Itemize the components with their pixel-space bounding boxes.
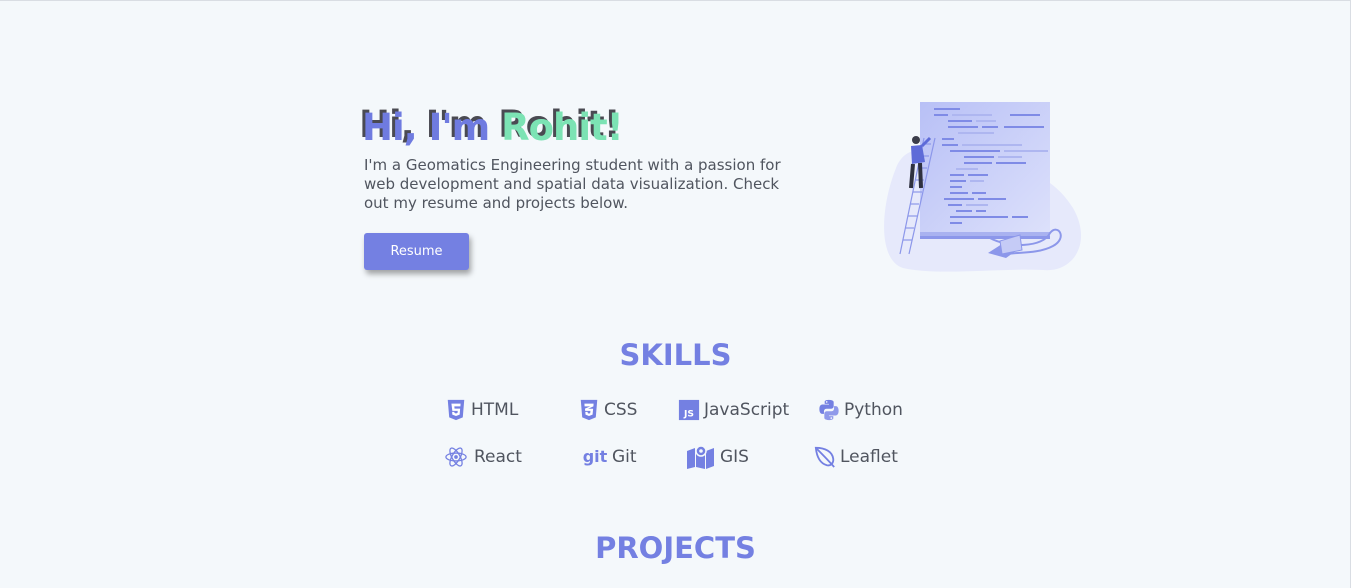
map-icon	[686, 445, 716, 469]
resume-button[interactable]: Resume	[364, 233, 469, 270]
skill-label: JavaScript	[704, 400, 790, 420]
svg-text:git: git	[583, 447, 608, 466]
leaf-icon	[814, 445, 836, 469]
skill-git: git Git	[582, 445, 637, 469]
skills-title: SKILLS	[619, 338, 732, 372]
skill-react: React	[445, 445, 522, 469]
skill-label: Git	[612, 447, 637, 467]
css3-icon	[578, 398, 600, 422]
skill-label: Python	[844, 400, 903, 420]
git-icon: git	[582, 445, 608, 469]
developer-illustration	[884, 102, 1082, 272]
skill-python: Python	[818, 398, 903, 422]
skill-label: React	[474, 447, 522, 467]
html5-icon	[445, 398, 467, 422]
skill-javascript: JS JavaScript	[678, 398, 789, 422]
top-border	[0, 0, 1351, 1]
python-icon	[818, 398, 840, 422]
hero-greeting: Hi, I'm	[362, 106, 502, 149]
skill-label: CSS	[604, 400, 638, 420]
skill-gis: GIS	[686, 445, 749, 469]
skill-leaflet: Leaflet	[814, 445, 898, 469]
skill-label: Leaflet	[840, 447, 898, 467]
skill-label: HTML	[471, 400, 519, 420]
skill-label: GIS	[720, 447, 749, 467]
hero-name: Rohit!	[501, 106, 623, 149]
skill-html: HTML	[445, 398, 518, 422]
skill-css: CSS	[578, 398, 637, 422]
hero-title: Hi, I'm Rohit!	[362, 105, 624, 151]
javascript-icon: JS	[678, 398, 700, 422]
react-icon	[445, 445, 467, 469]
svg-text:JS: JS	[683, 408, 694, 419]
hero-description: I'm a Geomatics Engineering student with…	[364, 156, 781, 212]
projects-title: PROJECTS	[595, 531, 756, 565]
